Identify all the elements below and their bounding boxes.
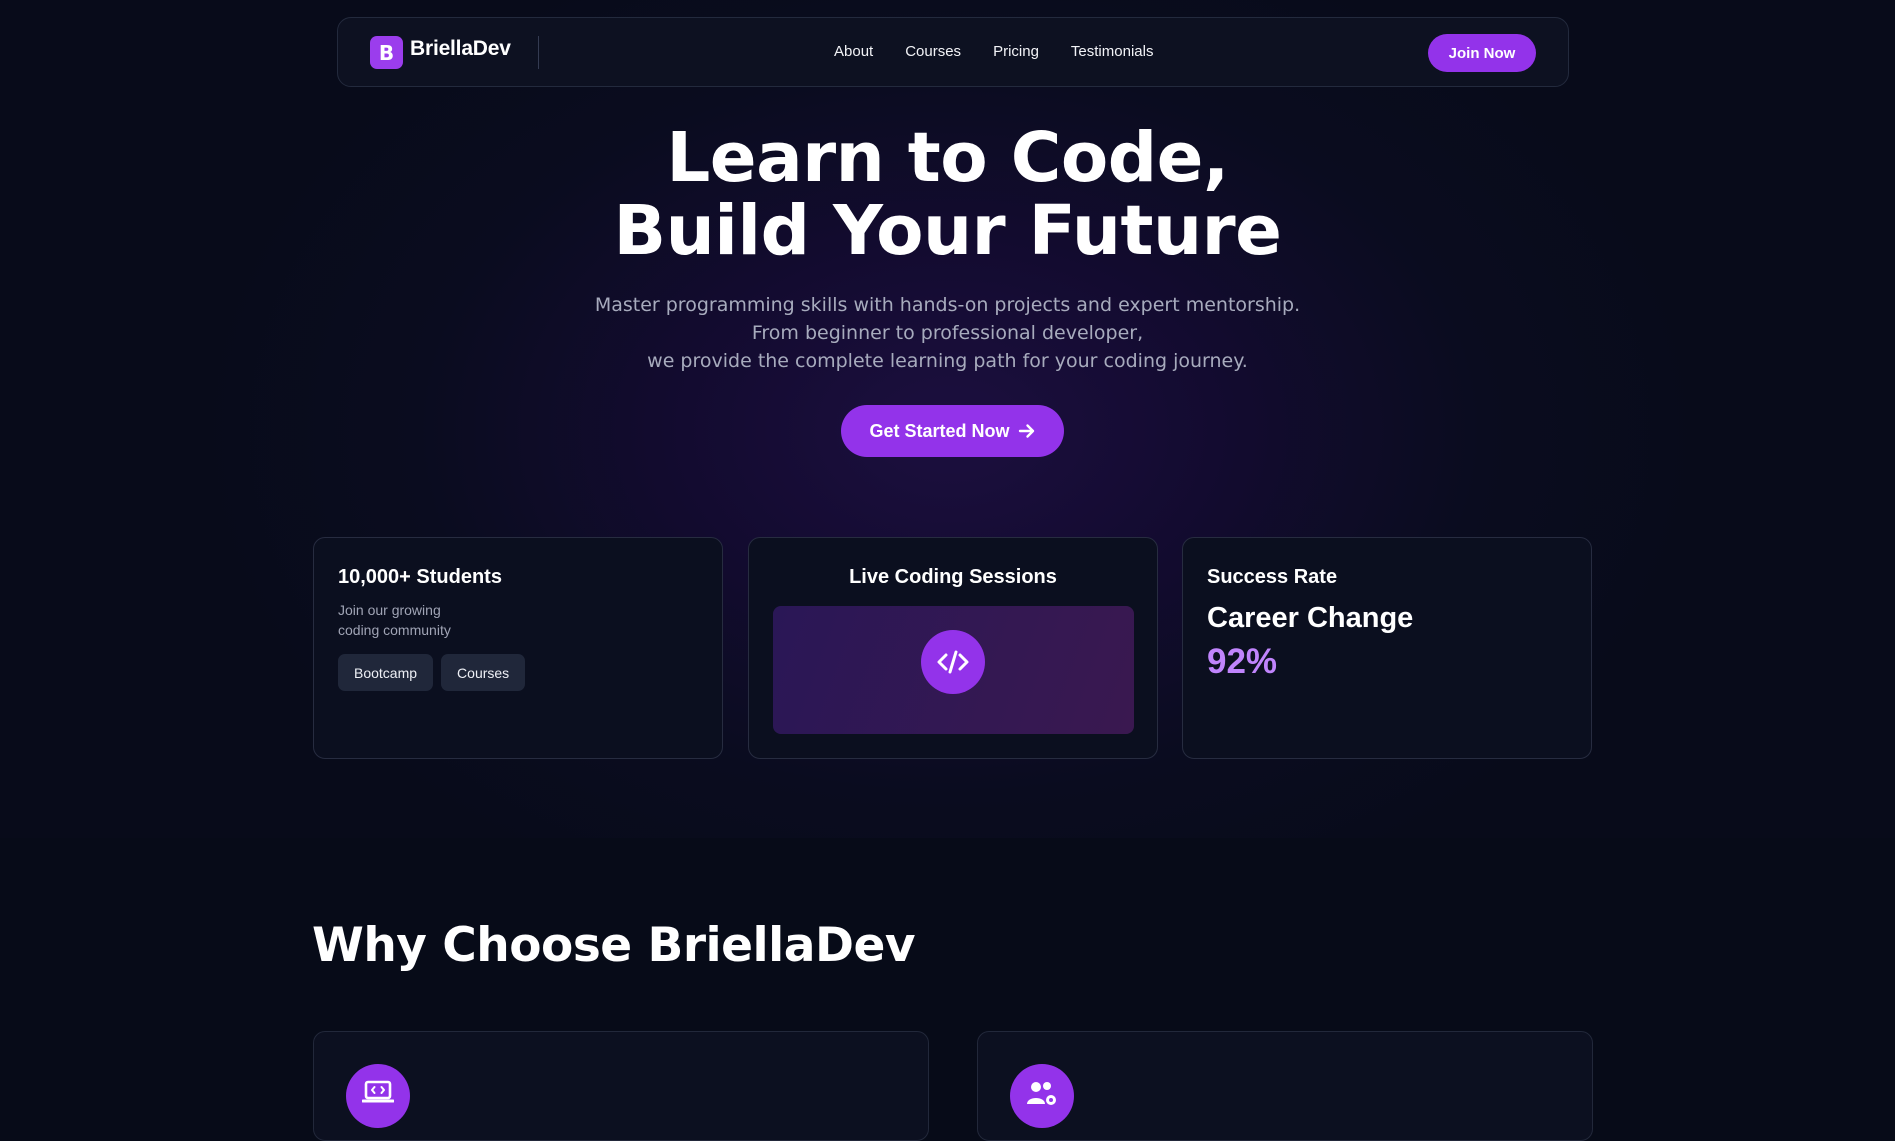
hero-subtitle: Master programming skills with hands-on … [0, 291, 1895, 375]
hero-title-line1: Learn to Code, [666, 118, 1229, 198]
why-section-bg [0, 838, 1895, 1111]
nav-link-pricing[interactable]: Pricing [993, 43, 1039, 60]
career-change-headline: Career Change [1207, 602, 1414, 634]
hero-subtitle-line2: From beginner to professional developer, [751, 322, 1144, 344]
success-rate-title: Success Rate [1207, 566, 1338, 588]
nav-links: About Courses Pricing Testimonials [834, 43, 1185, 60]
students-desc-line2: coding community [338, 622, 451, 638]
hero-title-line2: Build Your Future [613, 191, 1282, 271]
brand-name[interactable]: BriellaDev [410, 37, 511, 61]
logo-mark[interactable]: B [370, 36, 403, 69]
students-card: 10,000+ Students Join our growing coding… [313, 537, 723, 759]
students-desc: Join our growing coding community [338, 600, 538, 640]
hero-subtitle-line3: we provide the complete learning path fo… [647, 350, 1248, 372]
students-title: 10,000+ Students [338, 566, 502, 588]
logo-letter: B [378, 40, 395, 65]
hero-section: B BriellaDev About Courses Pricing Testi… [0, 0, 1895, 838]
tag-courses[interactable]: Courses [441, 654, 526, 691]
arrow-right-icon [1018, 424, 1034, 438]
why-choose-title: Why Choose BriellaDev [312, 918, 916, 973]
join-now-button[interactable]: Join Now [1428, 34, 1536, 72]
success-rate-value: 92% [1207, 642, 1278, 681]
get-started-label: Get Started Now [869, 420, 1010, 441]
laptop-code-icon [346, 1064, 410, 1128]
students-tags: Bootcamp Courses [338, 654, 533, 691]
live-coding-panel [773, 606, 1134, 734]
feature-card-2 [977, 1031, 1593, 1141]
tag-bootcamp[interactable]: Bootcamp [338, 654, 434, 691]
get-started-button[interactable]: Get Started Now [841, 405, 1064, 457]
hero-subtitle-line1: Master programming skills with hands-on … [594, 294, 1301, 316]
students-desc-line1: Join our growing [338, 602, 441, 618]
success-rate-card: Success Rate Career Change 92% [1182, 537, 1592, 759]
nav-link-about[interactable]: About [834, 43, 873, 60]
nav-link-testimonials[interactable]: Testimonials [1071, 43, 1154, 60]
top-navbar: B BriellaDev About Courses Pricing Testi… [337, 17, 1569, 87]
nav-link-courses[interactable]: Courses [905, 43, 961, 60]
feature-card-1 [313, 1031, 929, 1141]
hero-title: Learn to Code, Build Your Future [0, 122, 1895, 268]
code-icon [921, 630, 985, 694]
live-coding-title: Live Coding Sessions [849, 566, 1057, 588]
users-gear-icon [1010, 1064, 1074, 1128]
live-coding-card: Live Coding Sessions [748, 537, 1158, 759]
nav-divider [538, 36, 539, 69]
